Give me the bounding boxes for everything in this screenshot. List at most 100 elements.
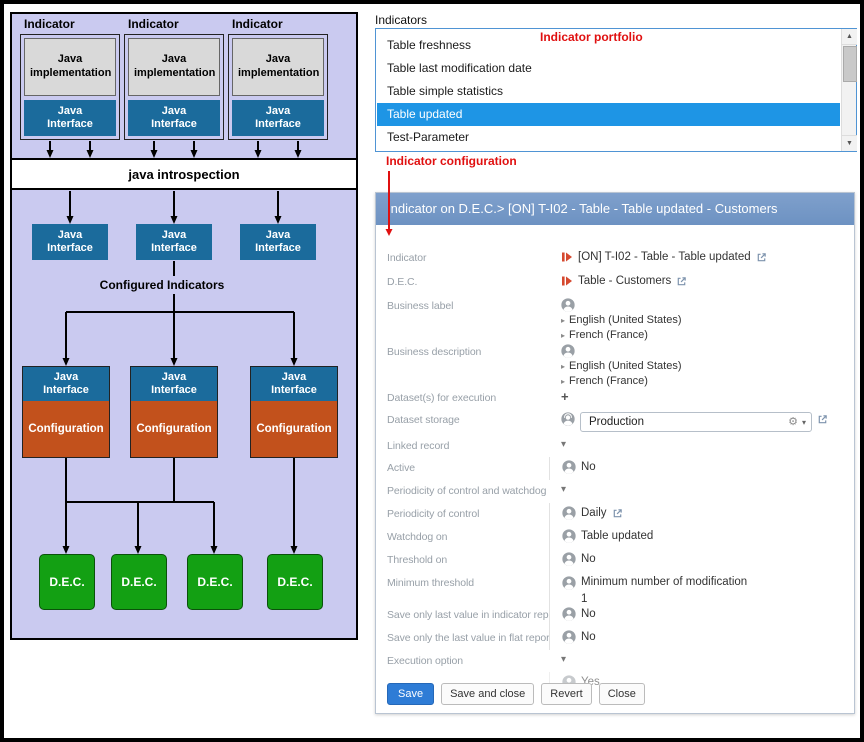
add-dataset-icon[interactable]: + xyxy=(561,390,569,403)
listbox-caption: Indicators xyxy=(375,13,427,27)
dec-box: D.E.C. xyxy=(267,554,323,610)
indicator-configuration-panel: Indicator on D.E.C.> [ON] T-I02 - Table … xyxy=(375,192,855,714)
field-label: Minimum threshold xyxy=(376,572,549,604)
field-value: Table - Customers xyxy=(549,271,854,295)
user-icon[interactable] xyxy=(561,298,575,312)
user-icon[interactable] xyxy=(562,576,576,590)
configuration-box: Configuration xyxy=(23,401,109,457)
field-value: [ON] T-I02 - Table - Table updated xyxy=(549,247,854,271)
section-toggle[interactable]: ▾ xyxy=(549,435,854,457)
field-value: Minimum number of modification 1 xyxy=(549,572,854,604)
field-text: Minimum number of modification xyxy=(581,575,747,590)
indicator-listbox: Table freshness Table last modification … xyxy=(375,28,857,152)
record-link[interactable]: Table - Customers xyxy=(578,274,671,289)
user-icon[interactable] xyxy=(562,506,576,520)
user-icon[interactable] xyxy=(561,344,575,358)
field-label: Active xyxy=(376,457,549,480)
java-introspection-band: java introspection xyxy=(10,158,358,190)
java-implementation-box: Java implementation xyxy=(24,38,116,96)
field-text: No xyxy=(581,552,596,567)
java-interface-box: Java Interface xyxy=(128,100,220,136)
close-button[interactable]: Close xyxy=(599,683,645,705)
language-line: ▸ English (United States) xyxy=(561,314,682,327)
scroll-up-button[interactable]: ▲ xyxy=(842,29,857,45)
java-interface-box: Java Interface xyxy=(136,224,212,260)
record-icon xyxy=(561,250,573,263)
save-button[interactable]: Save xyxy=(387,683,434,705)
form-row: Dataset storage Production ⚙ ▾ xyxy=(376,409,854,435)
screenshot-root: Indicator Indicator Indicator Java imple… xyxy=(0,0,864,742)
dec-box: D.E.C. xyxy=(39,554,95,610)
form-row: Periodicity of control Daily xyxy=(376,503,854,526)
indicator-group: Java implementation Java Interface xyxy=(228,34,328,140)
expand-triangle-icon[interactable]: ▸ xyxy=(561,360,565,373)
dec-box: D.E.C. xyxy=(187,554,243,610)
record-link[interactable]: Daily xyxy=(581,506,607,521)
form-row: Business label ▸English (United States) … xyxy=(376,295,854,341)
form-row: Business description ▸English (United St… xyxy=(376,341,854,387)
field-value: No xyxy=(549,627,854,650)
section-label: Periodicity of control and watchdog xyxy=(376,480,549,503)
java-interface-box: Java Interface xyxy=(131,367,217,401)
indicator-group-title: Indicator xyxy=(232,17,283,31)
headset-user-icon[interactable] xyxy=(561,412,575,426)
list-item[interactable]: Table simple statistics xyxy=(377,80,840,103)
section-chevron-icon[interactable]: ▾ xyxy=(561,483,566,497)
field-text: Table updated xyxy=(581,529,653,544)
field-label: Business label xyxy=(376,295,549,341)
section-toggle[interactable]: ▾ xyxy=(549,650,854,672)
list-item-selected[interactable]: Table updated xyxy=(377,103,840,126)
java-interface-box: Java Interface xyxy=(240,224,316,260)
dataset-storage-combobox[interactable]: Production ⚙ ▾ xyxy=(580,412,812,432)
java-interface-box: Java Interface xyxy=(24,100,116,136)
section-toggle[interactable]: ▾ xyxy=(549,480,854,503)
form-row: Minimum threshold Minimum number of modi… xyxy=(376,572,854,604)
gear-icon[interactable]: ⚙ xyxy=(788,413,798,431)
section-chevron-icon[interactable]: ▾ xyxy=(561,438,566,452)
user-icon[interactable] xyxy=(562,529,576,543)
configured-indicators-label: Configured Indicators xyxy=(52,276,272,294)
field-text: No xyxy=(581,460,596,475)
user-icon[interactable] xyxy=(562,552,576,566)
panel-header: Indicator on D.E.C.> [ON] T-I02 - Table … xyxy=(376,193,854,225)
external-link-icon[interactable] xyxy=(612,506,623,519)
chevron-down-icon[interactable]: ▾ xyxy=(802,418,806,427)
panel-body: Indicator [ON] T-I02 - Table - Table upd… xyxy=(376,225,854,713)
scrollbar[interactable]: ▲ ▼ xyxy=(841,29,856,151)
field-label: Save only the last value in flat reporti… xyxy=(376,627,549,650)
configured-indicator-group: Java Interface Configuration xyxy=(130,366,218,458)
java-interface-box: Java Interface xyxy=(32,224,108,260)
save-and-close-button[interactable]: Save and close xyxy=(441,683,534,705)
form-section-row: Linked record ▾ xyxy=(376,435,854,457)
record-link[interactable]: [ON] T-I02 - Table - Table updated xyxy=(578,250,751,265)
user-icon[interactable] xyxy=(562,607,576,621)
language-item: English (United States) xyxy=(569,314,682,327)
field-value: + xyxy=(549,387,854,409)
configured-indicator-group: Java Interface Configuration xyxy=(250,366,338,458)
list-item[interactable]: Test-Parameter xyxy=(377,126,840,149)
field-value: ▸English (United States) ▸French (France… xyxy=(549,341,854,387)
field-label: Dataset(s) for execution xyxy=(376,387,549,409)
section-chevron-icon[interactable]: ▾ xyxy=(561,653,566,667)
field-value: No xyxy=(549,457,854,480)
field-value: Daily xyxy=(549,503,854,526)
external-link-icon[interactable] xyxy=(817,412,828,425)
field-value: Production ⚙ ▾ xyxy=(549,409,854,435)
user-icon[interactable] xyxy=(562,630,576,644)
field-value: No xyxy=(549,549,854,572)
user-icon[interactable] xyxy=(562,460,576,474)
field-label: Indicator xyxy=(376,247,549,271)
external-link-icon[interactable] xyxy=(676,274,687,287)
listbox-items: Table freshness Table last modification … xyxy=(377,30,840,150)
expand-triangle-icon[interactable]: ▸ xyxy=(561,314,565,327)
scrollbar-thumb[interactable] xyxy=(843,46,857,82)
revert-button[interactable]: Revert xyxy=(541,683,591,705)
form-row: D.E.C. Table - Customers xyxy=(376,271,854,295)
form-row: Save only last value in indicator report… xyxy=(376,604,854,627)
combobox-value: Production xyxy=(589,416,788,428)
scroll-down-button[interactable]: ▼ xyxy=(842,135,857,151)
indicator-group-title: Indicator xyxy=(24,17,75,31)
configured-indicator-group: Java Interface Configuration xyxy=(22,366,110,458)
external-link-icon[interactable] xyxy=(756,250,767,263)
list-item[interactable]: Table last modification date xyxy=(377,57,840,80)
